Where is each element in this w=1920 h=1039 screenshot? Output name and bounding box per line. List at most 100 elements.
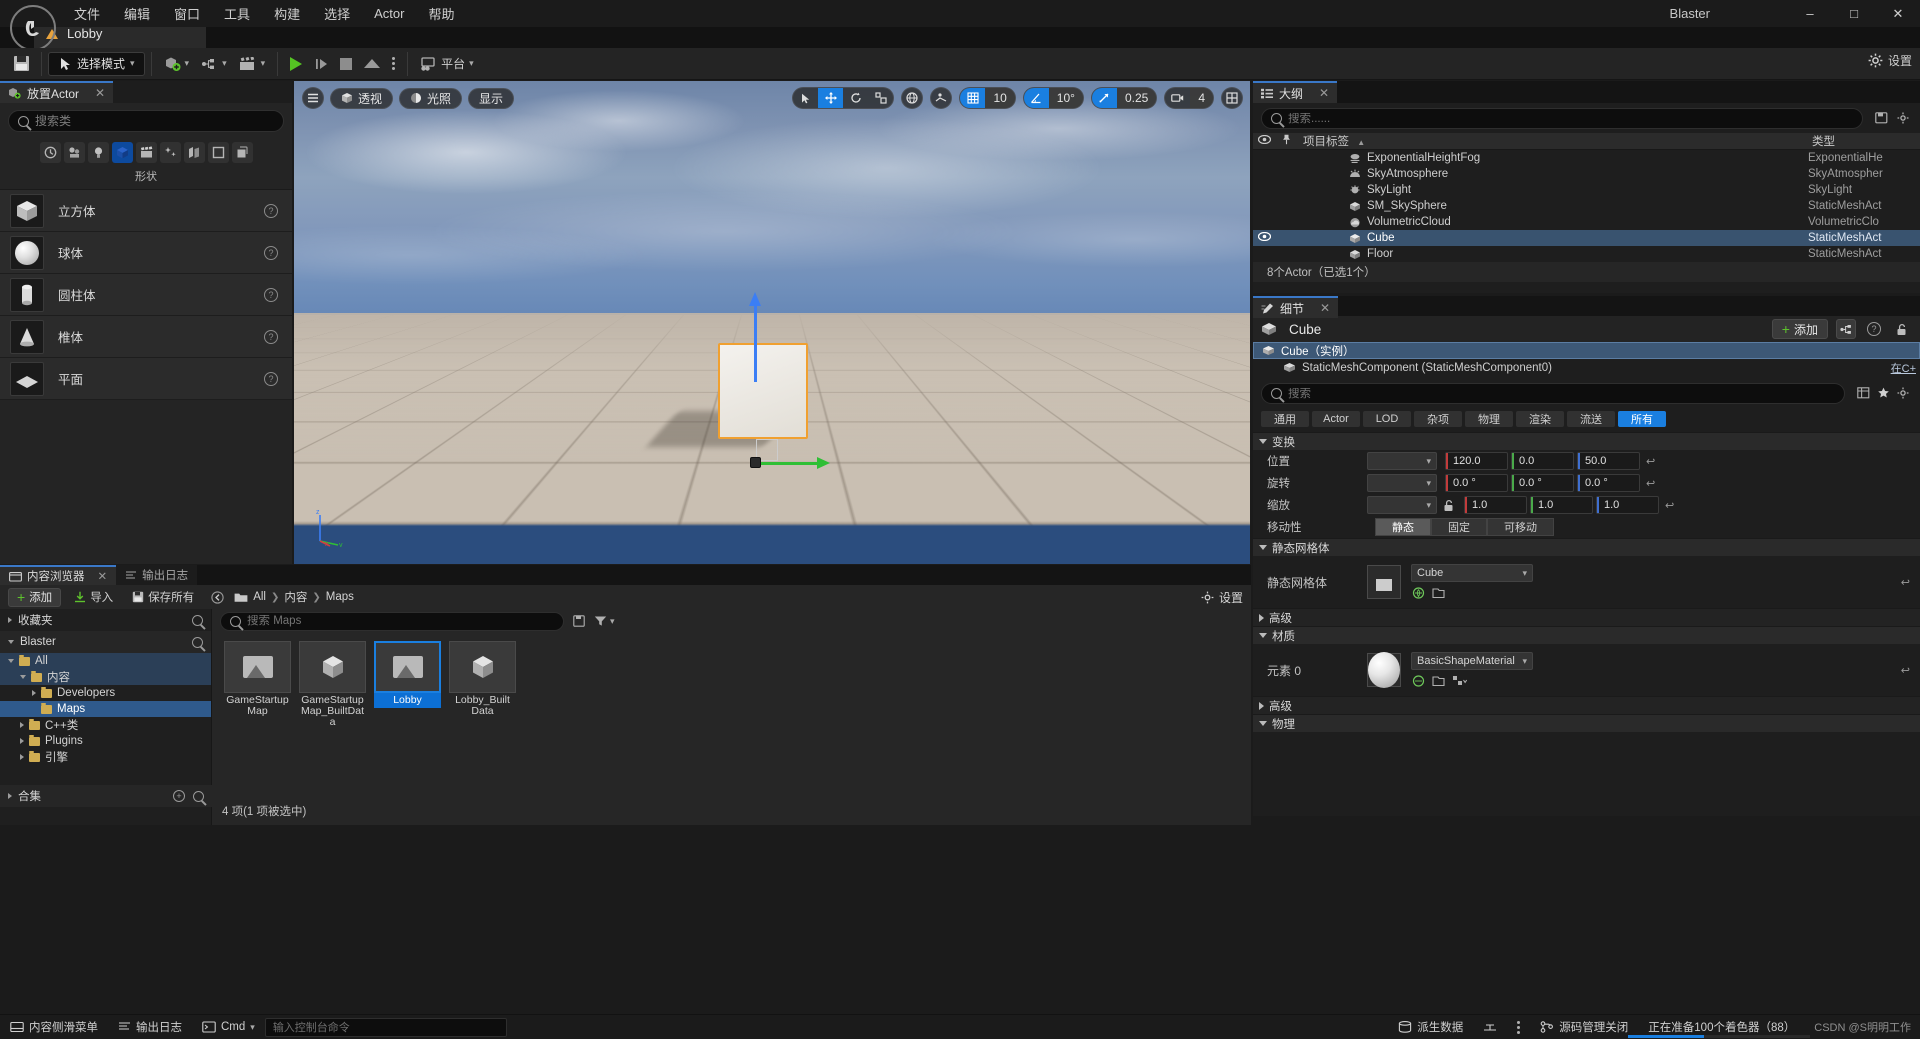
component-row-child[interactable]: StaticMeshComponent (StaticMeshComponent… bbox=[1253, 359, 1920, 376]
asset-item[interactable]: GameStartup Map bbox=[224, 641, 291, 730]
details-favorites-button[interactable] bbox=[1873, 384, 1893, 402]
close-icon[interactable]: ✕ bbox=[98, 569, 108, 583]
filter-general[interactable]: 通用 bbox=[1261, 411, 1309, 427]
category-visual-effects[interactable] bbox=[159, 142, 181, 163]
menu-item-select[interactable]: 选择 bbox=[312, 0, 362, 27]
filter-button[interactable]: ▾ bbox=[594, 615, 615, 627]
favorites-header[interactable]: 收藏夹 bbox=[0, 609, 211, 631]
cmd-selector[interactable]: Cmd ▾ bbox=[192, 1015, 265, 1039]
category-recently-placed[interactable] bbox=[39, 142, 61, 163]
mobility-static-button[interactable]: 静态 bbox=[1375, 518, 1431, 536]
scale-snap-value[interactable]: 0.25 bbox=[1116, 88, 1157, 108]
angle-snap-toggle[interactable] bbox=[1023, 88, 1049, 108]
search-icon[interactable] bbox=[192, 636, 203, 648]
search-input[interactable] bbox=[247, 615, 554, 627]
play-options-button[interactable] bbox=[386, 52, 401, 76]
details-help-button[interactable]: ? bbox=[1864, 319, 1884, 339]
category-all-classes[interactable] bbox=[231, 142, 253, 163]
coordinate-system-button[interactable] bbox=[901, 87, 924, 109]
asset-item[interactable]: GameStartup Map_BuiltData bbox=[299, 641, 366, 730]
column-header-type[interactable]: 类型 bbox=[1808, 133, 1920, 149]
skip-button[interactable] bbox=[308, 52, 334, 76]
rotate-tool-button[interactable] bbox=[843, 88, 868, 108]
breadcrumb-maps[interactable]: Maps bbox=[326, 591, 354, 603]
column-visibility-icon[interactable] bbox=[1253, 134, 1275, 147]
column-header-name[interactable]: 项目标签 ▲ bbox=[1297, 133, 1808, 149]
asset-search[interactable] bbox=[220, 611, 564, 631]
asset-item-selected[interactable]: Lobby bbox=[374, 641, 441, 730]
mobility-stationary-button[interactable]: 固定 bbox=[1431, 518, 1487, 536]
rotation-y-input[interactable]: 0.0 ° bbox=[1511, 474, 1574, 492]
console-command-input[interactable]: 输入控制台命令 bbox=[264, 1017, 507, 1037]
camera-speed-value[interactable]: 4 bbox=[1190, 88, 1213, 108]
platforms-button[interactable]: 平台 ▾ bbox=[414, 52, 480, 76]
close-button[interactable]: ✕ bbox=[1876, 0, 1920, 27]
help-icon[interactable]: ? bbox=[264, 329, 278, 344]
select-tool-button[interactable] bbox=[793, 88, 818, 108]
list-item[interactable]: 立方体 ? bbox=[0, 190, 292, 232]
section-materials-header[interactable]: 材质 bbox=[1253, 626, 1920, 644]
tree-item-content[interactable]: 内容 bbox=[0, 669, 211, 685]
create-actor-button[interactable]: ▾ bbox=[158, 52, 196, 76]
category-lights[interactable] bbox=[87, 142, 109, 163]
location-mode-dropdown[interactable]: ▾ bbox=[1367, 452, 1437, 470]
section-materials-advanced[interactable]: 高级 bbox=[1253, 696, 1920, 714]
gizmo-x-axis[interactable] bbox=[756, 457, 830, 469]
details-settings-button[interactable] bbox=[1893, 384, 1913, 402]
menu-item-help[interactable]: 帮助 bbox=[416, 0, 466, 27]
details-columns-button[interactable] bbox=[1853, 384, 1873, 402]
table-row[interactable]: Floor StaticMeshAct bbox=[1253, 246, 1920, 262]
blueprints-button[interactable]: ▾ bbox=[195, 52, 233, 76]
location-y-input[interactable]: 0.0 bbox=[1511, 452, 1574, 470]
outliner-save-view-button[interactable] bbox=[1871, 109, 1891, 127]
source-control-button[interactable]: 源码管理关闭 bbox=[1530, 1015, 1638, 1039]
category-volumes[interactable] bbox=[207, 142, 229, 163]
search-input[interactable] bbox=[1288, 387, 1835, 400]
static-mesh-dropdown[interactable]: Cube ▾ bbox=[1411, 564, 1533, 582]
gizmo-center[interactable] bbox=[750, 457, 761, 468]
rotation-mode-dropdown[interactable]: ▾ bbox=[1367, 474, 1437, 492]
section-static-mesh-header[interactable]: 静态网格体 bbox=[1253, 538, 1920, 556]
maximize-button[interactable]: □ bbox=[1832, 0, 1876, 27]
filter-all[interactable]: 所有 bbox=[1618, 411, 1666, 427]
scale-x-input[interactable]: 1.0 bbox=[1464, 496, 1527, 514]
camera-speed-toggle[interactable] bbox=[1165, 88, 1190, 108]
selected-cube-actor[interactable] bbox=[718, 343, 808, 439]
details-lock-button[interactable] bbox=[1892, 319, 1912, 339]
place-actors-search[interactable] bbox=[8, 110, 284, 132]
table-row[interactable]: SM_SkySphere StaticMeshAct bbox=[1253, 198, 1920, 214]
close-icon[interactable]: ✕ bbox=[1319, 86, 1329, 100]
toolbar-settings-button[interactable]: 设置 bbox=[1868, 52, 1912, 69]
menu-item-edit[interactable]: 编辑 bbox=[112, 0, 162, 27]
menu-item-window[interactable]: 窗口 bbox=[162, 0, 212, 27]
unreal-logo-icon[interactable] bbox=[10, 5, 56, 51]
angle-snap-value[interactable]: 10° bbox=[1048, 88, 1083, 108]
tree-item-developers[interactable]: Developers bbox=[0, 685, 211, 701]
component-row-root[interactable]: Cube（实例） bbox=[1253, 342, 1920, 359]
tab-output-log[interactable]: 输出日志 bbox=[116, 565, 198, 585]
close-icon[interactable]: ✕ bbox=[95, 86, 105, 100]
grid-snap-toggle[interactable] bbox=[960, 88, 986, 108]
table-row[interactable]: Cube StaticMeshAct bbox=[1253, 230, 1920, 246]
tab-details[interactable]: 细节 ✕ bbox=[1253, 296, 1339, 318]
blueprint-edit-button[interactable] bbox=[1836, 319, 1856, 339]
menu-item-tools[interactable]: 工具 bbox=[212, 0, 262, 27]
asset-item[interactable]: Lobby_Built Data bbox=[449, 641, 516, 730]
add-component-button[interactable]: + 添加 bbox=[1771, 319, 1828, 339]
output-log-button[interactable]: 输出日志 bbox=[108, 1015, 192, 1039]
close-icon[interactable]: ✕ bbox=[1320, 301, 1330, 315]
save-search-button[interactable] bbox=[570, 612, 588, 630]
column-pin-icon[interactable] bbox=[1275, 134, 1297, 148]
section-static-mesh-advanced[interactable]: 高级 bbox=[1253, 608, 1920, 626]
use-selected-asset-button[interactable] bbox=[1431, 586, 1446, 600]
scale-y-input[interactable]: 1.0 bbox=[1530, 496, 1593, 514]
translate-tool-button[interactable] bbox=[818, 88, 844, 108]
search-icon[interactable] bbox=[192, 614, 203, 626]
rotation-x-input[interactable]: 0.0 ° bbox=[1445, 474, 1508, 492]
revert-icon[interactable]: ↩ bbox=[1646, 455, 1655, 468]
tab-outliner[interactable]: 大纲 ✕ bbox=[1253, 81, 1338, 103]
help-icon[interactable]: ? bbox=[264, 203, 278, 218]
table-row[interactable]: VolumetricCloud VolumetricClo bbox=[1253, 214, 1920, 230]
table-row[interactable]: SkyLight SkyLight bbox=[1253, 182, 1920, 198]
scale-tool-button[interactable] bbox=[868, 88, 893, 108]
